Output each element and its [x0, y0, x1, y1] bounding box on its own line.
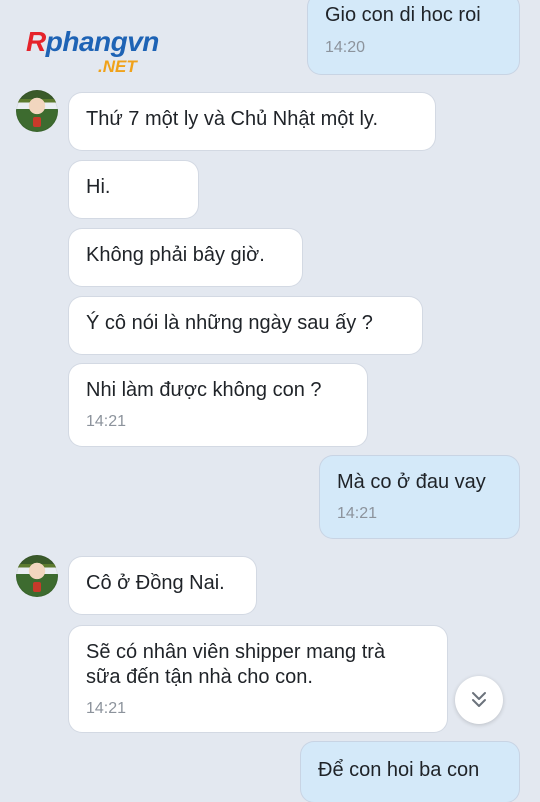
watermark-logo: Rphangvn .NET: [26, 26, 196, 82]
message-text: sữa đến tận nhà cho con.: [86, 666, 313, 688]
contact-avatar[interactable]: [16, 90, 58, 132]
message-outgoing[interactable]: Mà co ở đau vay 14:21: [320, 456, 519, 538]
message-time: 14:21: [86, 700, 127, 717]
message-text: Không phải bây giờ.: [86, 244, 265, 266]
message-text: Gio con di hoc roi: [325, 4, 481, 26]
message-text: Nhi làm được không con ?: [86, 379, 322, 401]
message-incoming[interactable]: Thứ 7 một ly và Chủ Nhật một ly.: [69, 93, 435, 150]
scroll-to-bottom-button[interactable]: [455, 676, 503, 724]
message-outgoing[interactable]: Gio con di hoc roi 14:20: [308, 0, 519, 74]
message-text: Hi.: [86, 176, 111, 198]
message-incoming[interactable]: Cô ở Đồng Nai.: [69, 557, 256, 614]
message-text: Cô ở Đồng Nai.: [86, 572, 225, 594]
chevron-double-down-icon: [472, 692, 486, 707]
logo-text: phangvn: [45, 26, 160, 57]
message-incoming[interactable]: Không phải bây giờ.: [69, 229, 302, 286]
message-time: 14:20: [325, 39, 366, 56]
message-incoming[interactable]: Sẽ có nhân viên shipper mang trà sữa đến…: [69, 626, 447, 732]
message-text: Sẽ có nhân viên shipper mang trà: [86, 641, 386, 663]
logo-letter: R: [26, 26, 46, 57]
contact-avatar[interactable]: [16, 555, 58, 597]
message-incoming[interactable]: Nhi làm được không con ? 14:21: [69, 364, 367, 446]
message-outgoing[interactable]: Để con hoi ba con: [301, 742, 519, 802]
message-text: Mà co ở đau vay: [337, 471, 486, 493]
message-text: Ý cô nói là những ngày sau ấy ?: [86, 312, 373, 334]
message-text: Thứ 7 một ly và Chủ Nhật một ly.: [86, 108, 379, 130]
message-incoming[interactable]: Ý cô nói là những ngày sau ấy ?: [69, 297, 422, 354]
message-time: 14:21: [337, 505, 378, 522]
message-incoming[interactable]: Hi.: [69, 161, 198, 218]
logo-suffix: .NET: [98, 57, 137, 76]
message-time: 14:21: [86, 413, 127, 430]
